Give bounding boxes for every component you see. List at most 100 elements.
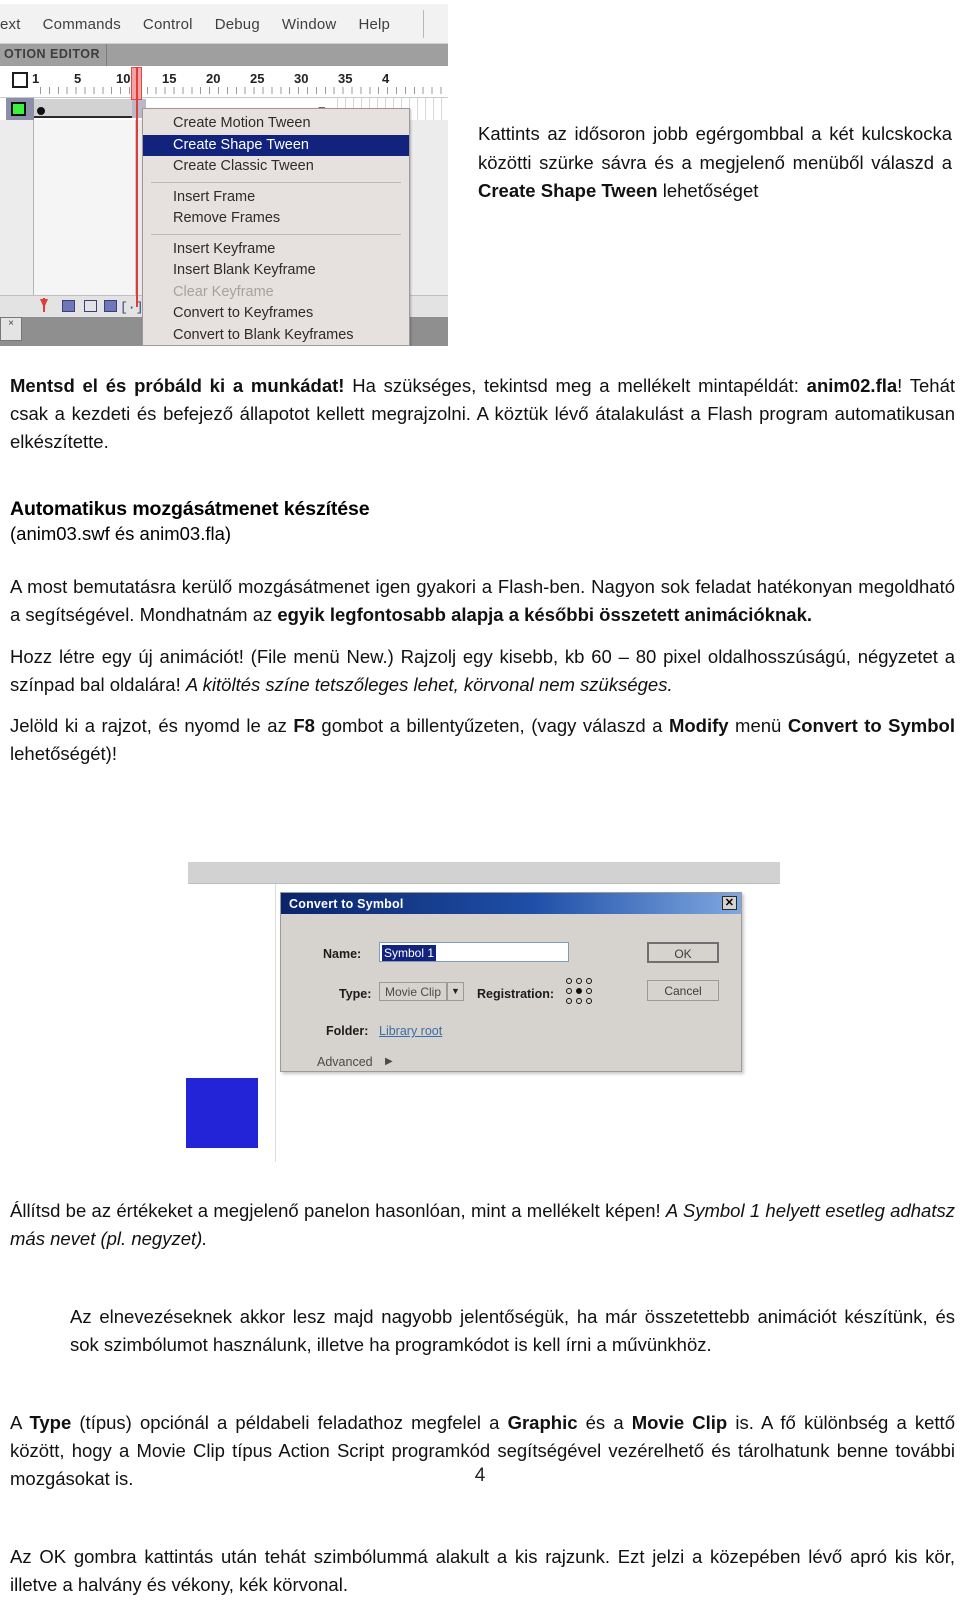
keyframe-dot-icon [37, 107, 45, 115]
advanced-label[interactable]: Advanced [317, 1055, 373, 1069]
chevron-down-icon[interactable]: ▼ [447, 982, 464, 1001]
name-label: Name: [323, 947, 362, 961]
reg-point-bottom-center[interactable] [576, 998, 582, 1004]
reg-point-center-selected[interactable] [576, 988, 582, 994]
context-menu-item-convert-to-blank-keyframes[interactable]: Convert to Blank Keyframes [143, 325, 409, 346]
p7-text-2: (típus) opciónál a példabeli feladathoz … [71, 1411, 508, 1433]
context-menu-separator [151, 233, 401, 235]
type-select[interactable]: Movie Clip [379, 982, 447, 1001]
type-label: Type: [339, 987, 372, 1001]
onion-skin-marker-icon[interactable] [40, 299, 48, 308]
folder-link[interactable]: Library root [379, 1024, 442, 1038]
context-menu-item-convert-to-keyframes[interactable]: Convert to Keyframes [143, 303, 409, 325]
modify-onion-markers-icon[interactable]: [·] [120, 300, 143, 315]
close-icon[interactable]: ✕ [722, 896, 737, 910]
ok-button[interactable]: OK [647, 942, 719, 963]
menu-item-commands[interactable]: Commands [43, 16, 121, 33]
context-menu-item-clear-keyframe: Clear Keyframe [173, 283, 274, 300]
ruler-tick-1: 1 [32, 71, 40, 86]
context-menu-separator [151, 181, 401, 183]
ruler-tick-30: 30 [294, 71, 309, 86]
folder-label: Folder: [326, 1024, 369, 1038]
name-input-value: Symbol 1 [382, 945, 437, 961]
reg-point-top-center[interactable] [576, 978, 582, 984]
reg-point-middle-right[interactable] [586, 988, 592, 994]
p4-bold-convert-to-symbol: Convert to Symbol [787, 714, 955, 736]
figure-callout-text: Kattints az idősoron jobb egérgombbal a … [478, 120, 952, 206]
p7-bold-graphic: Graphic [507, 1411, 578, 1433]
panel-tab-row: OTION EDITOR [0, 44, 448, 66]
context-menu-item-create-classic-tween[interactable]: Create Classic Tween [143, 156, 409, 178]
ruler-tick-5: 5 [74, 71, 82, 86]
registration-point-grid[interactable] [566, 978, 595, 1007]
menu-item-debug[interactable]: Debug [215, 16, 260, 33]
edit-multiple-frames-icon[interactable] [104, 300, 117, 312]
timeline-ruler[interactable]: 1 5 10 15 20 25 30 35 4 [0, 66, 448, 98]
p7-text-1: A [10, 1411, 30, 1433]
paragraph-1: Mentsd el és próbáld ki a munkádat! Ha s… [10, 372, 955, 456]
panel-chip[interactable]: × [0, 317, 22, 341]
paragraph-8: Az OK gombra kattintás után tehát szimbó… [10, 1546, 955, 1596]
tween-span[interactable] [34, 99, 132, 118]
ruler-tick-15: 15 [162, 71, 177, 86]
ruler-tick-20: 20 [206, 71, 221, 86]
menu-item-window[interactable]: Window [282, 16, 337, 33]
p7-bold-movie-clip: Movie Clip [631, 1411, 728, 1433]
p4-text-2: gombot a billentyűzeten, (vagy válaszd a [314, 714, 669, 736]
keyframe-square-icon [11, 102, 26, 116]
callout-bold-create-shape-tween: Create Shape Tween [478, 180, 658, 202]
menubar-divider [423, 10, 424, 38]
context-menu-item-create-shape-tween[interactable]: Create Shape Tween [143, 134, 409, 156]
ruler-ticks [40, 87, 448, 94]
context-menu-item-insert-frame[interactable]: Insert Frame [143, 187, 409, 209]
context-menu-item-remove-frames[interactable]: Remove Frames [143, 208, 409, 230]
convert-to-symbol-dialog[interactable]: Convert to Symbol ✕ Name: Symbol 1 Type:… [280, 892, 742, 1072]
p4-text-4: lehetőségét)! [10, 742, 117, 764]
ruler-tick-10: 10 [116, 71, 131, 86]
p4-bold-modify: Modify [668, 714, 729, 736]
cancel-button[interactable]: Cancel [647, 980, 719, 1001]
ruler-tick-35: 35 [338, 71, 353, 86]
menu-item-text[interactable]: ext [0, 16, 21, 33]
reg-point-middle-left[interactable] [566, 988, 572, 994]
p7-bold-type: Type [29, 1411, 72, 1433]
onion-skin-outlines-icon[interactable] [84, 300, 97, 312]
paragraph-5: Állítsd be az értékeket a megjelenő pane… [10, 1197, 955, 1253]
callout-part-2: lehetőséget [657, 180, 759, 202]
reg-point-top-left[interactable] [566, 978, 572, 984]
p1-bold-anim02: anim02.fla [806, 375, 898, 396]
flash-menubar: ext Commands Control Debug Window Help [0, 4, 448, 44]
onion-skin-icon[interactable] [62, 300, 75, 312]
name-input[interactable]: Symbol 1 [379, 942, 569, 962]
registration-label: Registration: [477, 987, 555, 1001]
blue-square-shape [186, 1078, 258, 1148]
convert-to-symbol-screenshot: Convert to Symbol ✕ Name: Symbol 1 Type:… [180, 862, 780, 1162]
chevron-right-icon[interactable]: ▶ [385, 1056, 393, 1067]
reg-point-top-right[interactable] [586, 978, 592, 984]
timeline-context-menu[interactable]: Create Motion Tween Create Shape Tween C… [142, 108, 410, 346]
stage-toolbar [188, 862, 780, 884]
section-heading: Automatikus mozgásátmenet készítése [10, 498, 370, 521]
layer-rows-background [34, 120, 136, 306]
document-body: Mentsd el és próbáld ki a munkádat! Ha s… [10, 372, 955, 768]
p1-bold-save: Mentsd el és próbáld ki a munkádat! [10, 375, 345, 396]
p5-text-1: Állítsd be az értékeket a megjelenő pane… [10, 1199, 666, 1221]
ruler-tick-40: 4 [382, 71, 390, 86]
p3-italic-1: A kitöltés színe tetszőleges lehet, körv… [185, 673, 673, 695]
context-menu-item-insert-blank-keyframe[interactable]: Insert Blank Keyframe [143, 260, 409, 282]
dialog-title-text: Convert to Symbol [289, 897, 404, 911]
dialog-titlebar: Convert to Symbol ✕ [281, 893, 741, 914]
ruler-tick-25: 25 [250, 71, 265, 86]
reg-point-bottom-right[interactable] [586, 998, 592, 1004]
paragraph-2: A most bemutatásra kerülő mozgásátmenet … [10, 573, 955, 629]
callout-part-1: Kattints az idősoron jobb egérgombbal a … [478, 123, 952, 173]
context-menu-item-create-motion-tween[interactable]: Create Motion Tween [143, 113, 409, 135]
menu-item-control[interactable]: Control [143, 16, 193, 33]
menu-item-help[interactable]: Help [358, 16, 390, 33]
reg-point-bottom-left[interactable] [566, 998, 572, 1004]
context-menu-item-insert-keyframe[interactable]: Insert Keyframe [143, 239, 409, 261]
tab-motion-editor[interactable]: OTION EDITOR [0, 44, 108, 66]
